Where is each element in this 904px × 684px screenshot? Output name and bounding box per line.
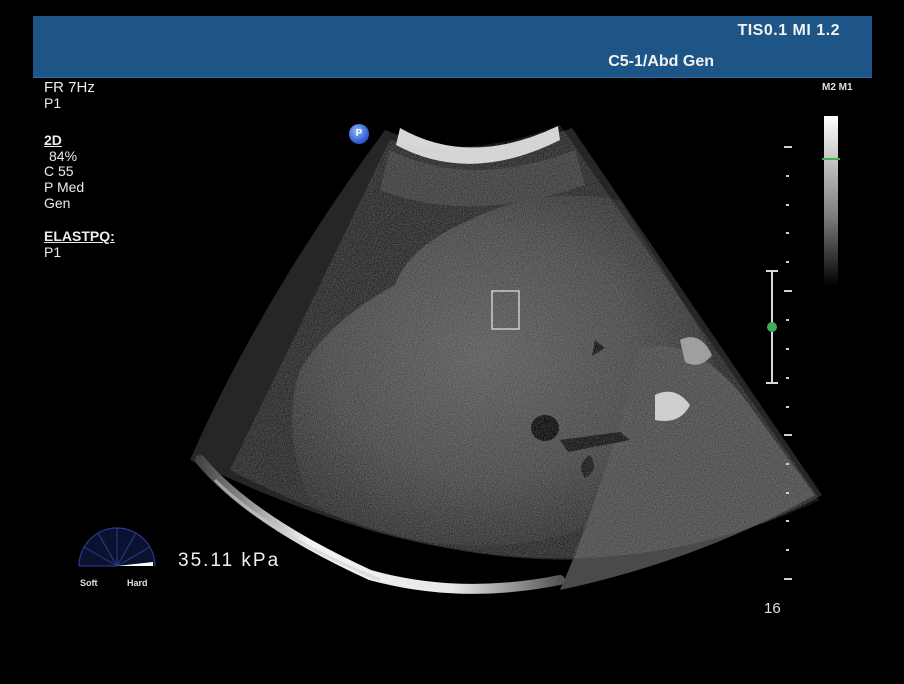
gain-value: 84% xyxy=(49,148,78,164)
depth-tick xyxy=(784,146,792,148)
depth-tick xyxy=(786,232,789,234)
ultrasound-screen: TIS0.1 MI 1.2 C5-1/Abd Gen FR 7Hz P1 2D … xyxy=(0,0,904,684)
depth-label: 16 xyxy=(764,600,781,617)
depth-tick xyxy=(786,520,789,522)
probe-orientation-icon: P xyxy=(349,124,369,144)
general-value: Gen xyxy=(44,195,71,211)
grayscale-map-label: M2 M1 xyxy=(822,82,853,93)
depth-tick xyxy=(786,406,789,408)
tis-mi-readout: TIS0.1 MI 1.2 xyxy=(737,22,840,39)
penetration-value: P Med xyxy=(44,179,85,195)
depth-tick xyxy=(786,319,789,321)
soft-label: Soft xyxy=(80,578,98,588)
frame-rate: FR 7Hz xyxy=(44,79,95,96)
depth-tick xyxy=(784,578,792,580)
mode-2d-label: 2D xyxy=(44,132,62,148)
depth-tick xyxy=(786,348,789,350)
depth-tick xyxy=(786,204,789,206)
depth-tick xyxy=(786,492,789,494)
depth-tick xyxy=(786,463,789,465)
header-bar: TIS0.1 MI 1.2 C5-1/Abd Gen xyxy=(33,16,872,78)
grayscale-marker xyxy=(822,158,840,160)
focus-marker[interactable] xyxy=(765,270,779,384)
depth-tick xyxy=(784,290,792,292)
compression-value: C 55 xyxy=(44,163,74,179)
elastpq-p1: P1 xyxy=(44,244,62,260)
depth-tick xyxy=(786,175,789,177)
depth-tick xyxy=(786,549,789,551)
stiffness-gauge xyxy=(78,527,156,567)
depth-tick xyxy=(786,377,789,379)
depth-tick xyxy=(784,434,792,436)
probe-preset-label: C5-1/Abd Gen xyxy=(608,53,714,70)
hard-label: Hard xyxy=(127,578,148,588)
grayscale-bar xyxy=(824,116,838,286)
elastpq-label: ELASTPQ: xyxy=(44,228,115,244)
stiffness-value: 35.11 kPa xyxy=(178,550,281,571)
preset-p1: P1 xyxy=(44,95,62,111)
depth-tick xyxy=(786,261,789,263)
